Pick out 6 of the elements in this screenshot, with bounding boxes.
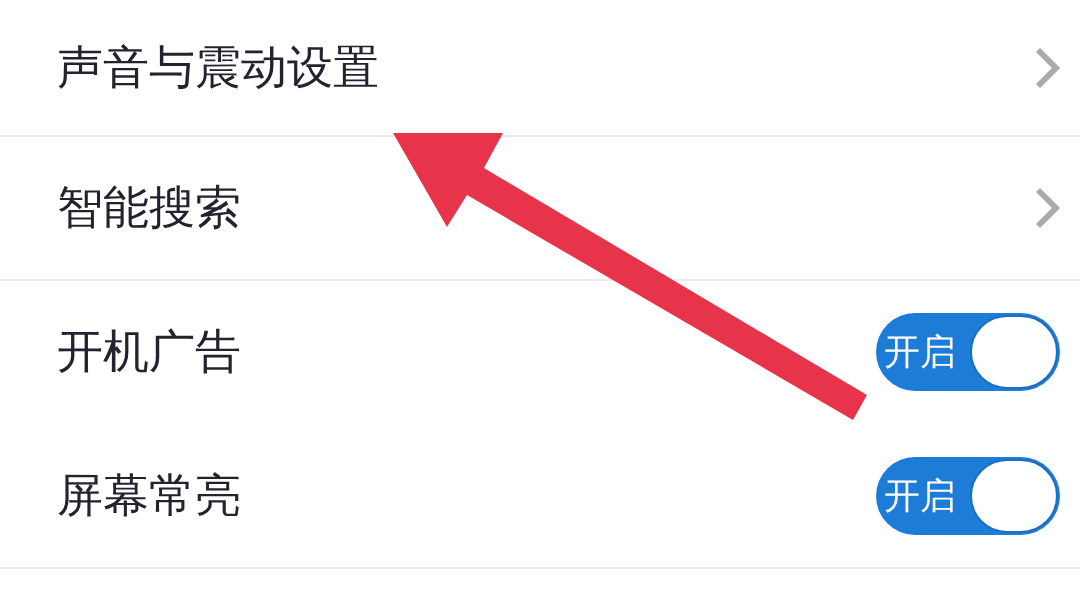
toggle-switch[interactable]: 开启 <box>876 313 1060 391</box>
chevron-right-icon <box>1034 46 1060 89</box>
setting-label: 开机广告 <box>57 324 241 380</box>
setting-label: 屏幕常亮 <box>57 468 241 524</box>
chevron-right-icon <box>1034 187 1060 229</box>
toggle-switch[interactable]: 开启 <box>876 457 1060 535</box>
